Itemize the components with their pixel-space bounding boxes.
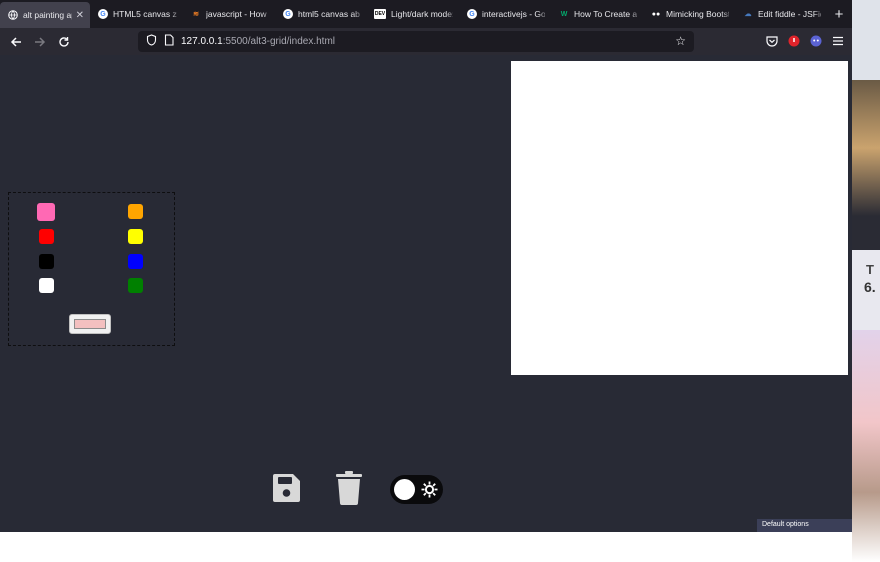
reload-button[interactable] [52,31,76,53]
new-tab-button[interactable]: + [827,0,851,28]
tab-title: HTML5 canvas zo [113,9,177,19]
tab-title: html5 canvas abo [298,9,360,19]
trash-icon [336,471,362,505]
dev-icon: DEV [374,9,386,19]
stackoverflow-icon: ≋ [193,11,199,18]
save-button[interactable] [270,471,302,505]
toolbar-extensions [764,32,846,50]
google-icon: G [467,9,477,19]
forward-button[interactable] [28,31,52,53]
menu-icon[interactable] [830,32,846,50]
url-path: :5500/alt3-grid/index.html [222,36,336,47]
medium-icon: ●● [651,10,661,18]
arrow-left-icon [10,36,21,47]
tab-how-to-create[interactable]: W How To Create a D [551,0,643,28]
google-icon: G [98,9,108,19]
tab-javascript-how[interactable]: ≋ javascript - How d [183,0,275,28]
jsfiddle-icon: ☁ [744,11,752,18]
tab-title: alt painting app [23,10,72,20]
navigation-toolbar: 127.0.0.1:5500/alt3-grid/index.html ☆ [0,28,852,55]
color-palette [8,192,175,346]
tab-edit-fiddle[interactable]: ☁ Edit fiddle - JSFidd [735,0,827,28]
toggle-knob [394,479,415,500]
page-icon[interactable] [164,34,174,49]
tab-interactivejs[interactable]: G interactivejs - Goo [459,0,551,28]
close-tab-icon[interactable]: ✕ [76,10,84,21]
swatch-green[interactable] [128,278,143,293]
url-bar[interactable]: 127.0.0.1:5500/alt3-grid/index.html ☆ [138,31,694,52]
shield-icon[interactable] [146,34,157,49]
clear-canvas-button[interactable] [333,471,365,505]
url-host: 127.0.0.1 [181,36,223,47]
adjacent-window-text: 6. [864,279,876,295]
drawing-canvas[interactable] [511,61,848,375]
tab-title: interactivejs - Goo [482,9,545,19]
page-viewport: Default options [0,55,852,532]
adjacent-window-text: T [866,262,874,277]
tab-html5-canvas-zoom[interactable]: G HTML5 canvas zo [90,0,183,28]
arrow-right-icon [35,36,46,47]
theme-toggle[interactable] [390,475,443,504]
swatch-black[interactable] [39,254,54,269]
current-color-picker[interactable] [69,314,111,334]
tab-title: javascript - How d [206,9,269,19]
tab-strip: alt painting app ✕ G HTML5 canvas zo ≋ j… [0,0,852,28]
extension-purple-icon[interactable] [808,32,824,50]
current-color-preview [74,319,106,329]
swatch-pink[interactable] [37,203,55,221]
sun-icon [421,481,438,498]
swatch-orange[interactable] [128,204,143,219]
reload-icon [59,36,69,47]
adjacent-window-strip: T 6. [852,0,880,562]
tab-mimicking-bootstrap[interactable]: ●● Mimicking Bootstr [643,0,735,28]
tab-html5-canvas-about[interactable]: G html5 canvas abo [275,0,366,28]
tab-title: Light/dark mode: t [391,9,453,19]
globe-icon [8,10,18,20]
swatch-red[interactable] [39,229,54,244]
extension-red-icon[interactable] [786,32,802,50]
swatch-blue[interactable] [128,254,143,269]
swatch-yellow[interactable] [128,229,143,244]
bookmark-star-icon[interactable]: ☆ [675,34,686,48]
save-icon [272,474,300,502]
tab-title: Mimicking Bootstr [666,9,729,19]
pocket-icon[interactable] [764,32,780,50]
back-button[interactable] [4,31,28,53]
swatch-white[interactable] [39,278,54,293]
tab-title: Edit fiddle - JSFidd [758,9,821,19]
default-options-label: Default options [757,519,852,532]
tab-light-dark-mode[interactable]: DEV Light/dark mode: t [366,0,459,28]
google-icon: G [283,9,293,19]
tab-alt-painting-app[interactable]: alt painting app ✕ [0,2,90,28]
w3schools-icon: W [560,10,568,18]
tab-title: How To Create a D [574,9,637,19]
